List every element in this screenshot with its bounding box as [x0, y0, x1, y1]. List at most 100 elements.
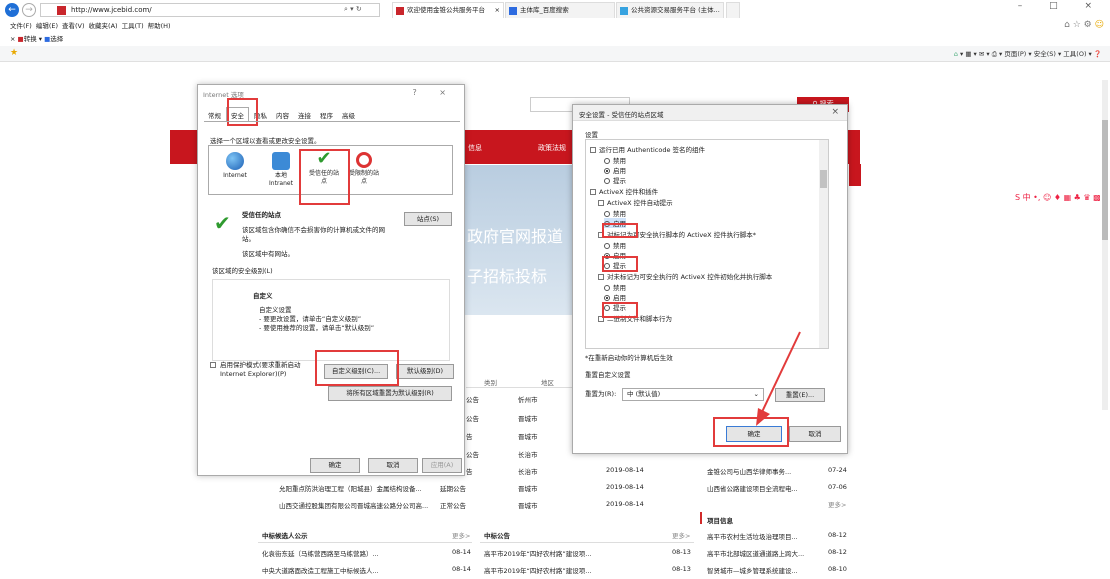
custom-heading: 自定义 — [253, 292, 273, 300]
news-link[interactable]: 智贤城市—城乡管理系统建设... — [707, 565, 798, 575]
tab-advanced[interactable]: 高级 — [338, 108, 359, 122]
cancel-label: 取消 — [386, 461, 400, 469]
menu-tools[interactable]: 工具(T) — [122, 22, 144, 30]
news-link[interactable]: 化袁街东延（马练营西路至马练营路）... — [262, 548, 379, 558]
tab-jcebid[interactable]: 欢迎使用金锥公共服务平台 × — [392, 2, 504, 18]
col-header-category: 类别 — [484, 379, 497, 387]
back-button[interactable]: ← — [5, 3, 19, 17]
more-link[interactable]: 更多> — [452, 530, 470, 540]
tab-ggzy[interactable]: 公共资源交易服务平台 (主体... — [616, 2, 724, 18]
news-link[interactable]: 高平市2019年“四好农村路”建设项... — [484, 548, 591, 558]
radio-option[interactable]: 启用 — [604, 292, 626, 302]
menu-edit[interactable]: 编辑(E) — [36, 22, 58, 30]
close-icon[interactable]: × — [10, 35, 15, 43]
radio-option[interactable]: 启用 — [604, 165, 626, 175]
tab-connections[interactable]: 连接 — [294, 108, 315, 122]
zone-description-2: 站。 — [242, 235, 255, 243]
radio-option[interactable]: 禁用 — [604, 282, 626, 292]
radio-label: 禁用 — [613, 284, 626, 292]
radio-option[interactable]: 禁用 — [604, 155, 626, 165]
settings-scrollbar[interactable] — [819, 140, 828, 348]
radio-icon[interactable] — [604, 211, 610, 217]
news-date: 08-12 — [828, 531, 847, 539]
radio-option[interactable]: 禁用 — [604, 240, 626, 250]
tab-baidu[interactable]: 主体库_百度搜索 — [505, 2, 615, 18]
reset-all-zones-button[interactable]: 将所有区域重置为默认级别(R) — [328, 386, 452, 401]
zone-description: 该区域包含你确信不会损害你的计算机或文件的网 — [242, 226, 385, 234]
section-title: 中标候选人公示 — [262, 532, 308, 540]
menu-file[interactable]: 文件(F) — [10, 22, 32, 30]
default-level-button[interactable]: 默认级别(D) — [396, 364, 454, 379]
col-header-region: 地区 — [541, 379, 554, 387]
close-icon[interactable]: × — [831, 107, 839, 117]
divider — [204, 121, 460, 122]
window-controls[interactable]: – □ × — [1018, 1, 1104, 11]
more-link[interactable]: 更多> — [672, 530, 690, 540]
select-button[interactable]: 选择 — [50, 35, 63, 43]
url-field[interactable]: http://www.jcebid.com/ — [40, 3, 380, 17]
radio-icon[interactable] — [604, 243, 610, 249]
dialog-controls[interactable]: ? × — [413, 88, 457, 97]
new-tab-button[interactable] — [726, 2, 740, 18]
radio-label: 禁用 — [613, 242, 626, 250]
row-date: 2019-08-14 — [606, 500, 644, 508]
page-scrollbar[interactable] — [1102, 80, 1108, 410]
zone-restricted[interactable]: 受限制的站点 — [344, 152, 384, 186]
radio-icon[interactable] — [604, 158, 610, 164]
tab-general[interactable]: 常规 — [204, 108, 225, 122]
zone-internet[interactable]: Internet — [215, 152, 255, 180]
annotation-box-enable-3 — [602, 302, 638, 318]
setting-text: ActiveX 控件和插件 — [599, 188, 659, 196]
banner-line-1: 政府官网报道 — [467, 227, 564, 246]
dialog-header: 安全设置 - 受信任的站点区域 × — [573, 105, 847, 121]
news-link[interactable]: 山西省公路建设项目全流程电... — [707, 483, 798, 493]
intranet-icon — [272, 152, 290, 170]
sogou-ime-toolbar[interactable]: S 中 •, ☺ ♦ ▦ ♣ ♛ ▩ — [1015, 192, 1101, 203]
cancel-button[interactable]: 取消 — [368, 458, 418, 473]
news-link[interactable]: 高平市2019年“四好农村路”建设项... — [484, 565, 591, 575]
nav-item-info[interactable]: 信息 — [468, 143, 482, 153]
row-title-link[interactable]: 山西交通控股集团有限公司晋城高速公路分公司高... — [279, 500, 428, 510]
news-link[interactable]: 金锥公司与山西华律师事务... — [707, 466, 791, 476]
security-level-label: 该区域的安全级别(L) — [212, 267, 273, 275]
menu-help[interactable]: 帮助(H) — [148, 22, 171, 30]
ok-button[interactable]: 确定 — [310, 458, 360, 473]
tab-close-icon[interactable]: × — [495, 3, 500, 18]
tab-programs[interactable]: 程序 — [316, 108, 337, 122]
scrollbar-thumb[interactable] — [1102, 120, 1108, 240]
menu-view[interactable]: 查看(V) — [62, 22, 85, 30]
radio-icon[interactable] — [604, 168, 610, 174]
search-refresh-icons[interactable]: ⌕ ▾ ↻ — [344, 5, 362, 14]
radio-icon[interactable] — [604, 295, 610, 301]
radio-label: 启用 — [613, 167, 626, 175]
command-menus-text[interactable]: 页面(P) ▾ 安全(S) ▾ 工具(O) ▾ — [1004, 50, 1092, 58]
favorites-star-icon[interactable]: ★ — [10, 48, 18, 58]
site-favicon-icon — [57, 6, 66, 15]
news-link[interactable]: 中央大道路面改造工程施工中标候选人... — [262, 565, 379, 575]
command-bar-menus[interactable]: ⌂ ▾ ▦ ▾ ✉ ▾ ⎙ ▾ 页面(P) ▾ 安全(S) ▾ 工具(O) ▾ … — [954, 48, 1102, 59]
scrollbar-thumb[interactable] — [820, 170, 827, 188]
radio-icon[interactable] — [604, 285, 610, 291]
menu-favorites[interactable]: 收藏夹(A) — [89, 22, 118, 30]
chevron-down-icon[interactable]: ▾ — [39, 35, 42, 43]
annotation-box-enable-1 — [602, 223, 638, 238]
setting-icon — [598, 200, 604, 206]
zone-intranet[interactable]: 本地 Intranet — [261, 152, 301, 188]
radio-option[interactable]: 禁用 — [604, 208, 626, 218]
more-link[interactable]: 更多> — [828, 499, 846, 509]
apply-button[interactable]: 应用(A) — [422, 458, 462, 473]
news-link[interactable]: 高平市北部城区道通道路上跨大... — [707, 548, 804, 558]
reset-level-select[interactable]: 中 (默认值) ⌄ — [622, 388, 764, 401]
news-link[interactable]: 高平市农村生活垃圾治理项目... — [707, 531, 798, 541]
protected-mode-label-2: Internet Explorer)(P) — [220, 370, 287, 378]
tab-content[interactable]: 内容 — [272, 108, 293, 122]
banner-image: 政府官网报道 子招标投标 — [459, 165, 579, 315]
convert-button[interactable]: 转换 — [24, 35, 37, 43]
protected-mode-checkbox[interactable] — [210, 362, 216, 368]
row-title-link[interactable]: 允阳重点防洪治理工程（阳城县）金属结构设备... — [279, 483, 422, 493]
radio-option[interactable]: 提示 — [604, 175, 626, 185]
sites-button[interactable]: 站点(S) — [404, 212, 452, 226]
nav-item-policy[interactable]: 政策法规 — [538, 143, 566, 153]
radio-icon[interactable] — [604, 178, 610, 184]
forward-button[interactable]: → — [22, 3, 36, 17]
